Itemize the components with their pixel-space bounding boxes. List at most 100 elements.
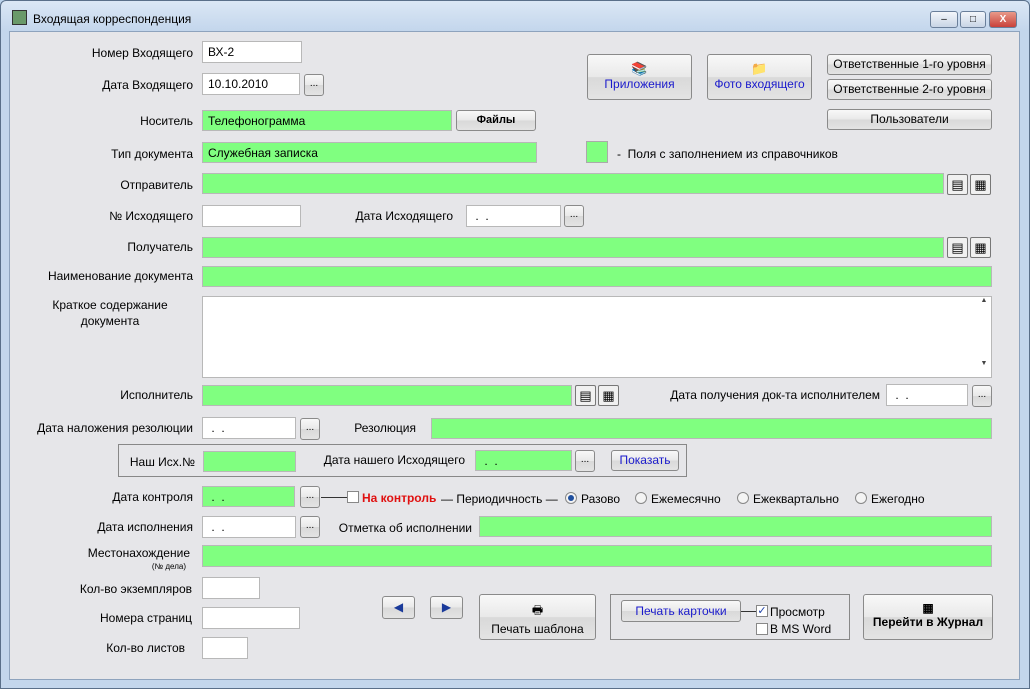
sender-field[interactable]	[202, 173, 944, 194]
execution-mark-field[interactable]	[479, 516, 992, 537]
our-out-date-field[interactable]: . .	[475, 450, 572, 471]
users-button[interactable]: Пользователи	[827, 109, 992, 130]
incoming-date-picker-button[interactable]: ...	[304, 74, 324, 96]
location-field[interactable]	[202, 545, 992, 567]
radio-quarterly-label: Ежеквартально	[753, 492, 839, 506]
executor-date-picker-button[interactable]: ...	[972, 385, 992, 407]
preview-checkbox[interactable]: ✓	[756, 605, 768, 617]
execution-date-input[interactable]: . .	[202, 516, 296, 538]
print-card-button[interactable]: Печать карточки	[621, 600, 741, 622]
radio-yearly-label: Ежегодно	[871, 492, 925, 506]
radio-yearly[interactable]	[855, 492, 867, 504]
responsible-level1-button[interactable]: Ответственные 1-го уровня	[827, 54, 992, 75]
carrier-field[interactable]: Телефонограмма	[202, 110, 452, 131]
incoming-date-input[interactable]: 10.10.2010	[202, 73, 300, 95]
execution-mark-label: Отметка об исполнении	[338, 521, 472, 535]
resolution-label: Резолюция	[354, 421, 416, 435]
close-button[interactable]: X	[989, 11, 1017, 28]
summary-scrollbar[interactable]: ▲ ▼	[977, 297, 991, 377]
copies-label: Кол-во экземпляров	[79, 582, 192, 596]
go-journal-button[interactable]: ▦ Перейти в Журнал	[863, 594, 993, 640]
show-button[interactable]: Показать	[611, 450, 679, 471]
copies-input[interactable]	[202, 577, 260, 599]
control-date-picker-button[interactable]: ...	[300, 486, 320, 508]
on-control-label: На контроль	[362, 491, 437, 505]
connector-line	[741, 611, 756, 612]
radio-monthly[interactable]	[635, 492, 647, 504]
connector-line	[321, 497, 347, 498]
radio-once[interactable]	[565, 492, 577, 504]
folder-icon: 📁	[751, 61, 768, 76]
our-out-date-picker-button[interactable]: ...	[575, 450, 595, 472]
ms-word-checkbox[interactable]	[756, 623, 768, 635]
table-grid-icon[interactable]: ▦	[970, 174, 991, 195]
minimize-button[interactable]: –	[930, 11, 958, 28]
outgoing-number-label: № Исходящего	[109, 209, 193, 223]
recipient-field[interactable]	[202, 237, 944, 258]
print-template-button[interactable]: 🖶 Печать шаблона	[479, 594, 596, 640]
attachments-label: Приложения	[604, 77, 675, 91]
executor-label: Исполнитель	[120, 388, 193, 402]
sheets-input[interactable]	[202, 637, 248, 659]
location-label: Местонахождение	[87, 546, 190, 560]
go-journal-label: Перейти в Журнал	[872, 615, 984, 629]
control-date-label: Дата контроля	[112, 490, 193, 504]
files-button[interactable]: Файлы	[456, 110, 536, 131]
control-date-field[interactable]: . .	[202, 486, 295, 507]
executor-received-date-input[interactable]: . .	[886, 384, 968, 406]
preview-label: Просмотр	[770, 605, 825, 619]
address-book-icon[interactable]: ▤	[947, 237, 968, 258]
printer-icon: 🖶	[531, 603, 544, 617]
carrier-label: Носитель	[140, 114, 193, 128]
sheets-label: Кол-во листов	[106, 641, 185, 655]
execution-date-label: Дата исполнения	[97, 520, 193, 534]
sender-label: Отправитель	[120, 178, 193, 192]
print-template-label: Печать шаблона	[491, 622, 584, 636]
incoming-number-label: Номер Входящего	[91, 46, 193, 60]
radio-once-label: Разово	[581, 492, 621, 506]
location-sublabel: (№ дела)	[151, 562, 186, 571]
our-out-number-label: Наш Исх.№	[129, 455, 195, 469]
doc-type-label: Тип документа	[111, 147, 193, 161]
our-out-number-field[interactable]	[203, 451, 296, 472]
window-title: Входящая корреспонденция	[33, 12, 192, 26]
maximize-button[interactable]: □	[960, 11, 986, 28]
table-grid-icon: ▦	[922, 601, 934, 615]
recipient-label: Получатель	[127, 240, 193, 254]
address-book-icon[interactable]: ▤	[575, 385, 596, 406]
incoming-number-input[interactable]: ВХ-2	[202, 41, 302, 63]
responsible-level2-button[interactable]: Ответственные 2-го уровня	[827, 79, 992, 100]
resolution-field[interactable]	[431, 418, 992, 439]
execution-date-picker-button[interactable]: ...	[300, 516, 320, 538]
executor-field[interactable]	[202, 385, 572, 406]
doc-type-field[interactable]: Служебная записка	[202, 142, 537, 163]
summary-textarea[interactable]	[202, 296, 992, 378]
legend-swatch	[586, 141, 608, 163]
page-numbers-input[interactable]	[202, 607, 300, 629]
outgoing-number-input[interactable]	[202, 205, 301, 227]
legend-text: - Поля с заполнением из справочников	[617, 147, 838, 161]
outgoing-date-label: Дата Исходящего	[355, 209, 453, 223]
attachments-button[interactable]: 📚 Приложения	[587, 54, 692, 100]
doc-name-field[interactable]	[202, 266, 992, 287]
resolution-date-picker-button[interactable]: ...	[300, 418, 320, 440]
our-out-date-label: Дата нашего Исходящего	[323, 453, 465, 467]
arrow-right-icon[interactable]: ▶	[430, 596, 463, 619]
resolution-date-label: Дата наложения резолюции	[37, 421, 193, 435]
table-grid-icon[interactable]: ▦	[598, 385, 619, 406]
photo-button[interactable]: 📁 Фото входящего	[707, 54, 812, 100]
table-grid-icon[interactable]: ▦	[970, 237, 991, 258]
on-control-checkbox[interactable]	[347, 491, 359, 503]
outgoing-date-input[interactable]: . .	[466, 205, 561, 227]
summary-label: Краткое содержание документа	[52, 298, 168, 328]
app-icon	[12, 10, 27, 25]
arrow-left-icon[interactable]: ◀	[382, 596, 415, 619]
address-book-icon[interactable]: ▤	[947, 174, 968, 195]
resolution-date-input[interactable]: . .	[202, 417, 296, 439]
photo-label: Фото входящего	[714, 77, 805, 91]
incoming-date-label: Дата Входящего	[102, 78, 193, 92]
outgoing-date-picker-button[interactable]: ...	[564, 205, 584, 227]
radio-quarterly[interactable]	[737, 492, 749, 504]
ms-word-label: В MS Word	[770, 622, 832, 636]
page-numbers-label: Номера страниц	[100, 611, 192, 625]
